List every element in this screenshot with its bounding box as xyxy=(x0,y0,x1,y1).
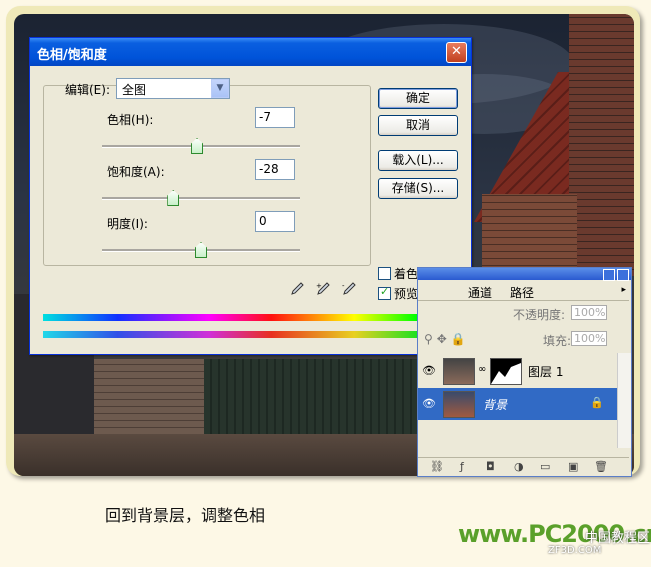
saturation-slider-track[interactable] xyxy=(102,197,300,200)
adjustment-layer-icon[interactable]: ◑ xyxy=(514,460,524,473)
cancel-button[interactable]: 取消 xyxy=(378,115,458,136)
layer-name: 背景 xyxy=(483,398,508,412)
load-button[interactable]: 载入(L)... xyxy=(378,150,458,171)
hue-label: 色相(H): xyxy=(107,113,154,127)
colorize-checkbox[interactable] xyxy=(378,267,391,280)
panel-footer: ⛓ ƒ ◘ ◑ ▭ ▣ 🗑 xyxy=(418,457,629,476)
close-button[interactable]: ✕ xyxy=(446,42,467,63)
settings-group xyxy=(43,85,371,266)
edit-label: 编辑(E): xyxy=(65,83,110,97)
eyedropper-icon[interactable] xyxy=(289,281,305,297)
adjusted-spectrum-bar xyxy=(43,331,458,338)
link-icon: ∞ xyxy=(478,364,487,375)
layer-name: 图层 1 xyxy=(528,365,564,379)
lightness-label: 明度(I): xyxy=(107,217,148,231)
lock-icons[interactable]: ⚲✥🔒 xyxy=(424,332,470,346)
layer-mask-thumbnail[interactable] xyxy=(490,358,522,385)
tab-paths[interactable]: 路径 xyxy=(510,284,534,301)
panel-menu-icon[interactable]: ▸ xyxy=(621,285,626,295)
watermark-domain: ZF3D.COM xyxy=(548,545,602,556)
new-group-icon[interactable]: ▭ xyxy=(540,460,550,473)
hue-input[interactable]: -7 xyxy=(255,107,295,128)
layer-style-icon[interactable]: ƒ xyxy=(460,460,464,473)
link-layers-icon[interactable]: ⛓ xyxy=(430,460,444,473)
opacity-input[interactable]: 100% xyxy=(571,305,607,320)
hue-saturation-dialog: 色相/饱和度 ✕ 编辑(E): 全图 ▼ 色相(H): -7 饱和度(A): -… xyxy=(29,37,472,355)
hue-spectrum-bar xyxy=(43,314,458,321)
ok-button[interactable]: 确定 xyxy=(378,88,458,109)
panel-scrollbar[interactable] xyxy=(617,353,631,448)
dialog-titlebar[interactable]: 色相/饱和度 ✕ xyxy=(30,38,471,66)
saturation-input[interactable]: -28 xyxy=(255,159,295,180)
eye-icon[interactable]: 👁 xyxy=(422,364,436,377)
lightness-input[interactable]: 0 xyxy=(255,211,295,232)
eyedropper-plus-icon[interactable]: + xyxy=(315,281,331,297)
fill-input[interactable]: 100% xyxy=(571,331,607,346)
lock-icon: 🔒 xyxy=(590,396,604,409)
dialog-title: 色相/饱和度 xyxy=(37,48,107,63)
new-layer-icon[interactable]: ▣ xyxy=(568,460,578,473)
layer-row-1[interactable]: 👁 ∞ 图层 1 xyxy=(418,355,629,387)
layer-row-background[interactable]: 👁 背景 🔒 xyxy=(418,388,629,420)
edit-select-value: 全图 xyxy=(122,83,147,97)
layer-thumbnail xyxy=(443,358,475,385)
close-icon: ✕ xyxy=(451,44,462,59)
svg-text:-: - xyxy=(342,282,345,290)
eye-icon[interactable]: 👁 xyxy=(422,397,436,410)
layer-thumbnail xyxy=(443,391,475,418)
panel-tabs: 通道 路径 ▸ xyxy=(418,282,629,301)
edit-select[interactable]: 全图 ▼ xyxy=(116,78,230,99)
chevron-down-icon[interactable]: ▼ xyxy=(211,79,229,98)
close-icon[interactable] xyxy=(617,269,629,281)
tab-channels[interactable]: 通道 xyxy=(468,284,492,301)
preview-checkbox[interactable] xyxy=(378,285,391,300)
svg-text:+: + xyxy=(316,282,322,290)
watermark-logo: 中国教程区 xyxy=(585,531,651,546)
minimize-icon[interactable] xyxy=(603,269,615,281)
add-mask-icon[interactable]: ◘ xyxy=(486,460,495,473)
brick-wall-right xyxy=(569,14,634,276)
panel-titlebar[interactable] xyxy=(418,268,631,281)
trash-icon[interactable]: 🗑 xyxy=(594,460,608,473)
fill-label: 填充: xyxy=(543,334,572,348)
saturation-label: 饱和度(A): xyxy=(107,165,165,179)
opacity-label: 不透明度: xyxy=(513,308,566,322)
eyedropper-minus-icon[interactable]: - xyxy=(341,281,357,297)
save-button[interactable]: 存储(S)... xyxy=(378,178,458,199)
layers-panel: 通道 路径 ▸ 不透明度: 100% ⚲✥🔒 填充: 100% 👁 ∞ 图层 1… xyxy=(417,267,632,477)
caption: 回到背景层，调整色相 xyxy=(105,506,266,525)
